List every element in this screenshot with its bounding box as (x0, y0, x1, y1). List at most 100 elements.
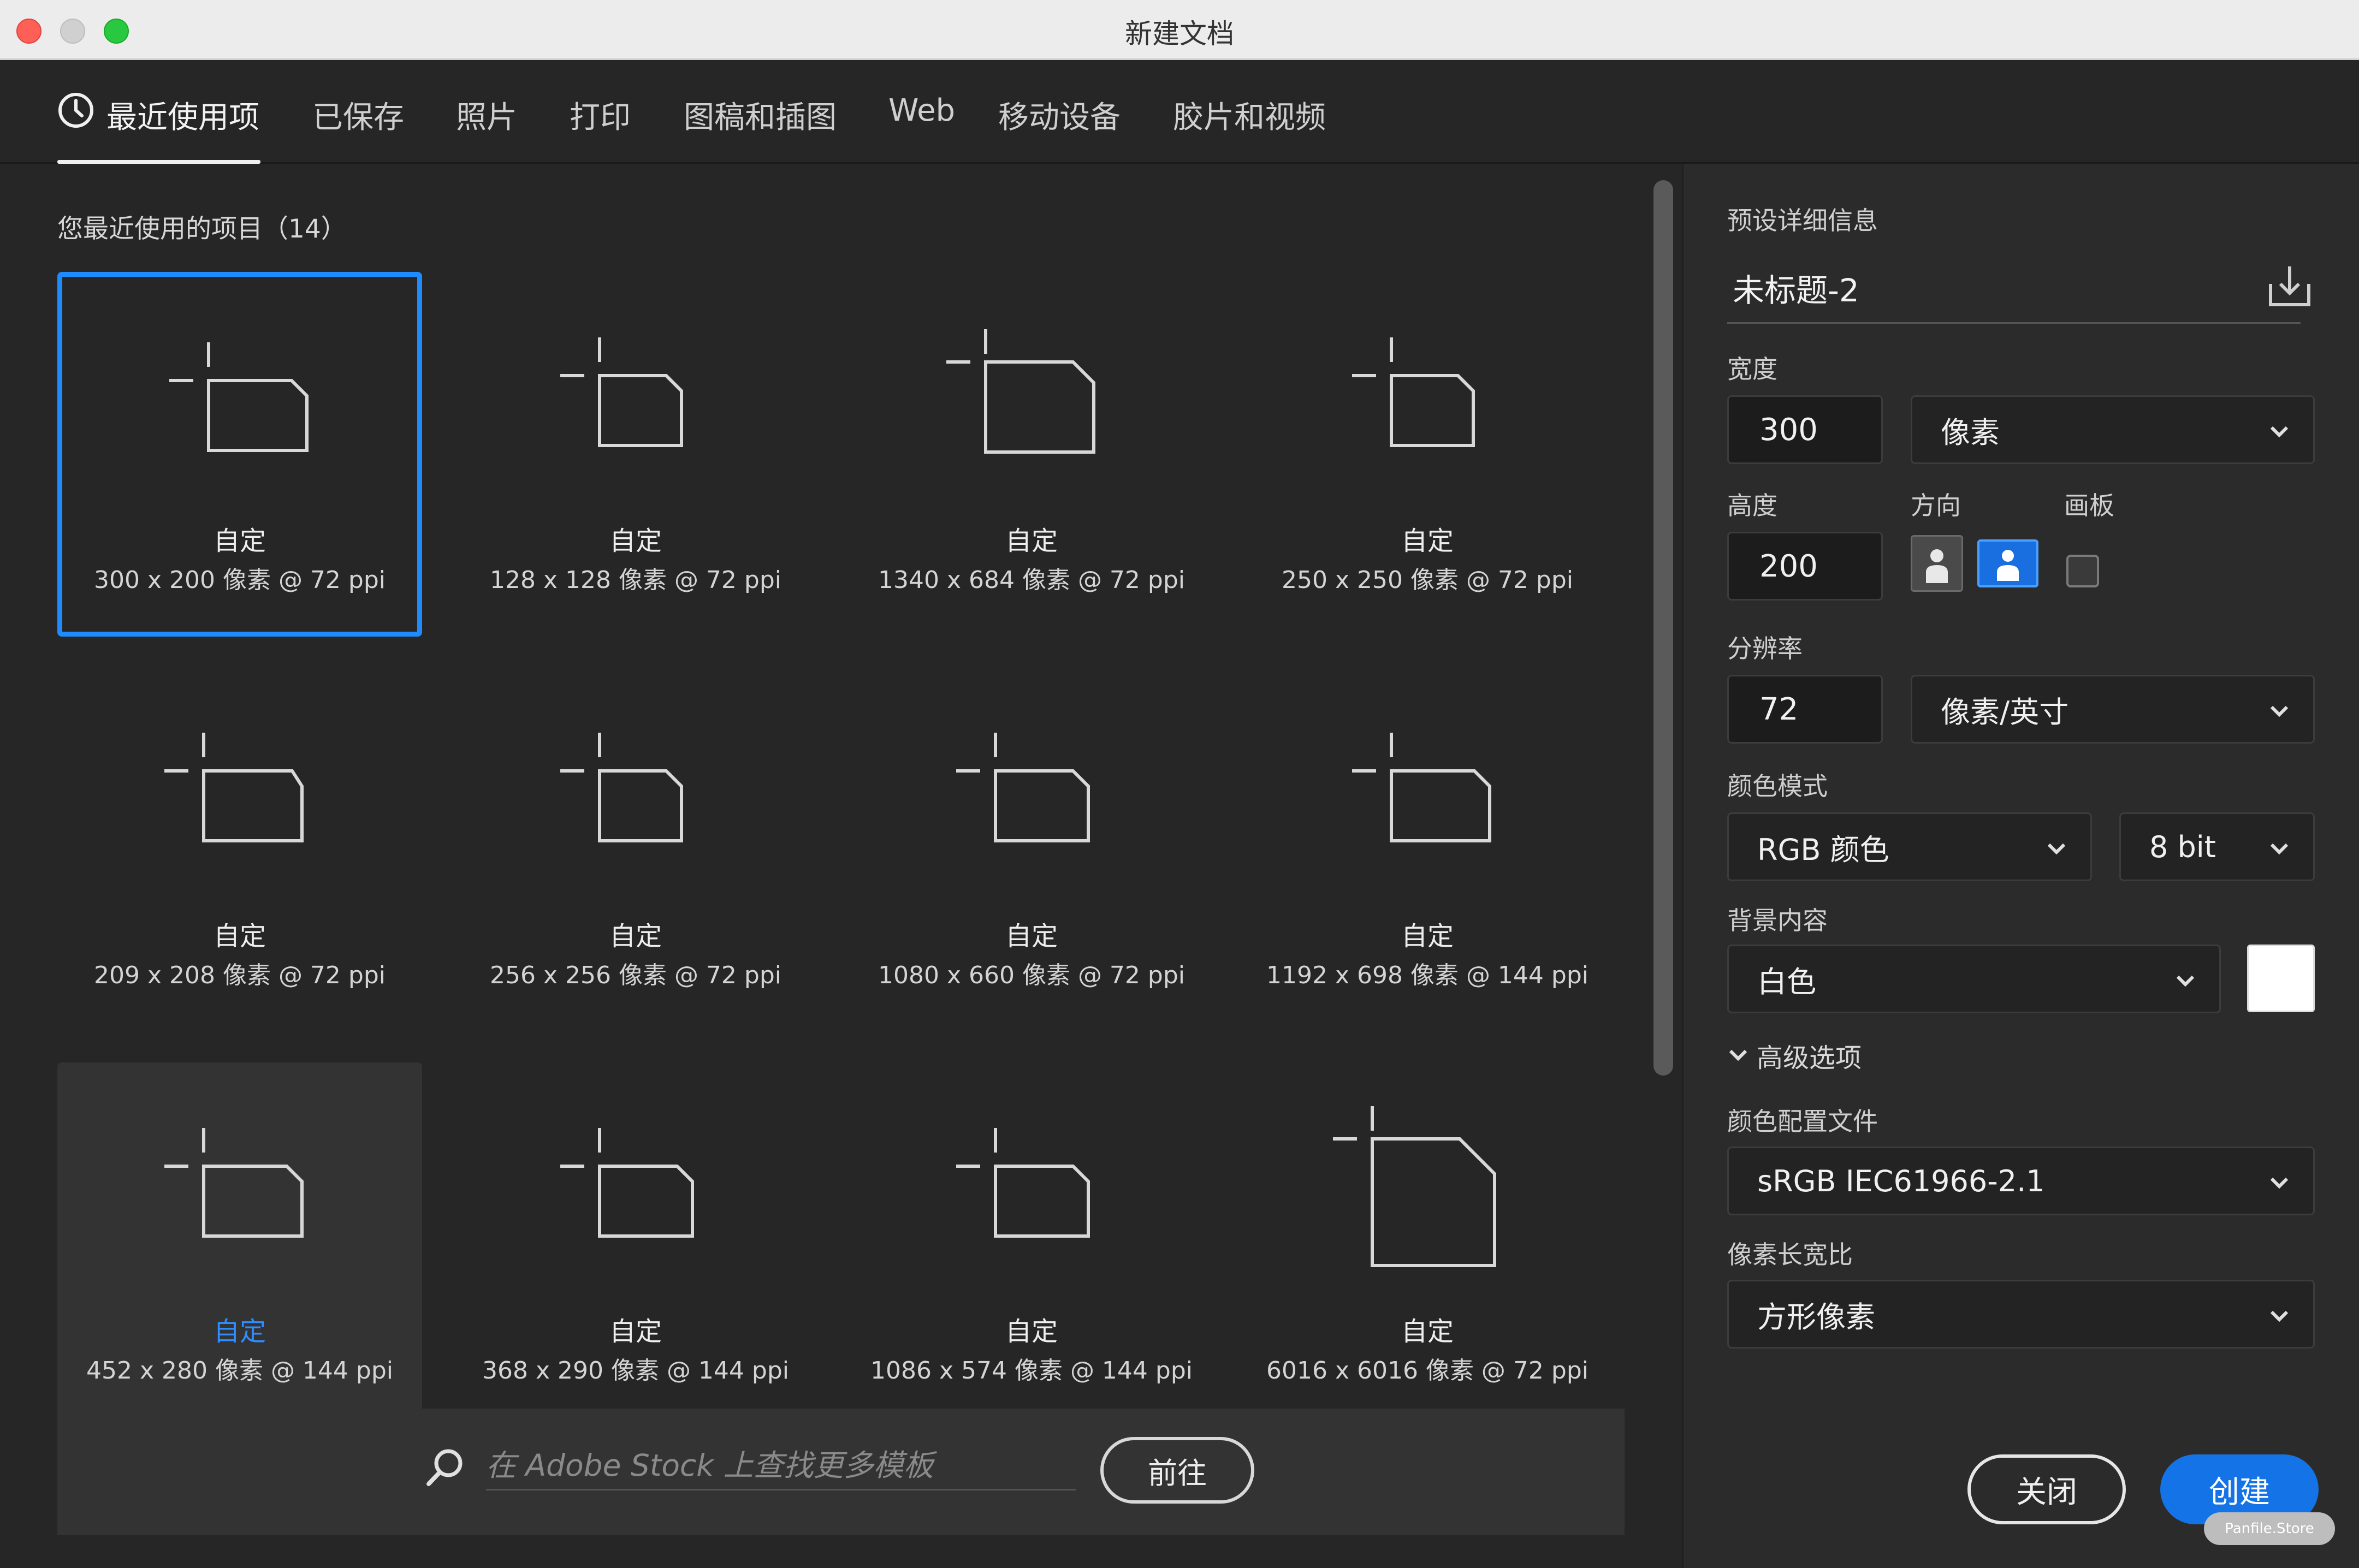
recent-section-title: 您最近使用的项目（14） (57, 214, 347, 244)
pixel-aspect-label: 像素长宽比 (1727, 1240, 1853, 1269)
preset-name: 自定 (1005, 526, 1058, 556)
preset-name: 自定 (1401, 526, 1454, 556)
preset-meta: 1340 x 684 像素 @ 72 ppi (878, 566, 1185, 594)
preset-meta: 1086 x 574 像素 @ 144 ppi (870, 1357, 1193, 1385)
preset-card[interactable]: 自定 250 x 250 像素 @ 72 ppi (1245, 272, 1610, 637)
advanced-options-label: 高级选项 (1757, 1043, 1862, 1073)
chevron-down-icon (2270, 426, 2289, 438)
preset-card[interactable]: 自定 1192 x 698 像素 @ 144 ppi (1245, 667, 1610, 1032)
save-preset-icon[interactable] (2265, 262, 2314, 313)
background-label: 背景内容 (1727, 906, 1828, 935)
width-unit-value: 像素 (1941, 415, 2000, 450)
color-mode-label: 颜色模式 (1727, 771, 1828, 801)
preset-name: 自定 (609, 921, 662, 952)
color-profile-label: 颜色配置文件 (1727, 1107, 1878, 1136)
preset-card[interactable]: 自定 128 x 128 像素 @ 72 ppi (453, 272, 818, 637)
title-bar: 新建文档 (0, 0, 2359, 60)
preset-name: 自定 (609, 1316, 662, 1347)
orientation-label: 方向 (1911, 491, 1961, 520)
portrait-person-icon (1926, 549, 1948, 583)
landscape-orientation-button[interactable] (1977, 539, 2038, 587)
resolution-label: 分辨率 (1727, 634, 1803, 663)
pixel-aspect-select[interactable]: 方形像素 (1727, 1280, 2315, 1349)
width-label: 宽度 (1727, 354, 1777, 384)
preset-details-panel: 预设详细信息 未标题-2 宽度 300 像素 高度 方向 画板 200 分辨率 … (1682, 164, 2359, 1568)
tab-recent[interactable]: 最近使用项 (106, 93, 259, 137)
tab-art-illustration[interactable]: 图稿和插图 (684, 93, 837, 137)
preset-name: 自定 (609, 526, 662, 556)
preset-card[interactable]: 自定 209 x 208 像素 @ 72 ppi (57, 667, 422, 1032)
width-unit-select[interactable]: 像素 (1911, 395, 2315, 464)
preset-name: 自定 (213, 1316, 266, 1347)
portrait-orientation-button[interactable] (1911, 535, 1963, 592)
recent-scrollbar[interactable] (1653, 180, 1673, 1076)
chevron-down-icon (2270, 1177, 2289, 1189)
preset-meta: 128 x 128 像素 @ 72 ppi (490, 566, 781, 594)
background-select[interactable]: 白色 (1727, 945, 2221, 1013)
bit-depth-value: 8 bit (2149, 829, 2216, 864)
preset-meta: 1192 x 698 像素 @ 144 ppi (1266, 961, 1589, 989)
preset-name: 自定 (1401, 921, 1454, 952)
stock-search-input[interactable] (486, 1441, 1076, 1490)
preset-card[interactable]: 自定 368 x 290 像素 @ 144 ppi (453, 1062, 818, 1427)
tab-photo[interactable]: 照片 (456, 93, 517, 137)
preset-meta: 452 x 280 像素 @ 144 ppi (86, 1357, 393, 1385)
width-input[interactable]: 300 (1727, 395, 1883, 464)
chevron-down-icon (2270, 705, 2289, 717)
preset-meta: 6016 x 6016 像素 @ 72 ppi (1266, 1357, 1589, 1385)
chevron-down-icon (2270, 843, 2289, 855)
tab-print[interactable]: 打印 (570, 93, 631, 137)
preset-card[interactable]: 自定 1340 x 684 像素 @ 72 ppi (849, 272, 1214, 637)
preset-meta: 300 x 200 像素 @ 72 ppi (94, 566, 386, 594)
preset-name: 自定 (213, 921, 266, 952)
background-color-swatch[interactable] (2247, 945, 2315, 1012)
resolution-unit-select[interactable]: 像素/英寸 (1911, 675, 2315, 744)
preset-meta: 209 x 208 像素 @ 72 ppi (94, 961, 386, 989)
tab-mobile[interactable]: 移动设备 (998, 93, 1121, 137)
document-name-field[interactable]: 未标题-2 (1733, 265, 1859, 311)
stock-search-bar: 前往 (57, 1409, 1625, 1535)
preset-name: 自定 (1401, 1316, 1454, 1347)
watermark: Panfile.Store (2204, 1512, 2335, 1545)
preset-card[interactable]: 自定 1086 x 574 像素 @ 144 ppi (849, 1062, 1214, 1427)
color-profile-select[interactable]: sRGB IEC61966-2.1 (1727, 1147, 2315, 1215)
height-input[interactable]: 200 (1727, 532, 1883, 601)
preset-card[interactable]: 自定 300 x 200 像素 @ 72 ppi (57, 272, 422, 637)
document-name-underline (1727, 322, 2301, 324)
tab-film-video[interactable]: 胶片和视频 (1173, 93, 1326, 137)
pixel-aspect-value: 方形像素 (1757, 1299, 1875, 1334)
tab-web[interactable]: Web (888, 93, 955, 128)
resolution-input[interactable]: 72 (1727, 675, 1883, 744)
preset-name: 自定 (1005, 1316, 1058, 1347)
preset-meta: 256 x 256 像素 @ 72 ppi (490, 961, 781, 989)
resolution-unit-value: 像素/英寸 (1941, 694, 2069, 729)
preset-name: 自定 (1005, 921, 1058, 952)
close-button[interactable]: 关闭 (1967, 1454, 2126, 1524)
preset-card[interactable]: 自定 1080 x 660 像素 @ 72 ppi (849, 667, 1214, 1032)
background-value: 白色 (1757, 964, 1816, 999)
active-tab-indicator (57, 160, 260, 164)
chevron-down-icon (2176, 975, 2195, 987)
preset-card[interactable]: 自定 6016 x 6016 像素 @ 72 ppi (1245, 1062, 1610, 1427)
recent-items-panel: 您最近使用的项目（14） 自定 300 x 200 像素 @ 72 ppi 自定… (0, 164, 1682, 1568)
chevron-down-icon (2270, 1310, 2289, 1322)
landscape-person-icon (1997, 550, 2019, 581)
preset-meta: 368 x 290 像素 @ 144 ppi (482, 1357, 789, 1385)
preset-details-title: 预设详细信息 (1727, 206, 1878, 235)
window-title: 新建文档 (1125, 18, 1234, 50)
preset-meta: 1080 x 660 像素 @ 72 ppi (878, 961, 1185, 989)
go-button[interactable]: 前往 (1100, 1437, 1254, 1504)
preset-meta: 250 x 250 像素 @ 72 ppi (1282, 566, 1573, 594)
preset-card[interactable]: 自定 256 x 256 像素 @ 72 ppi (453, 667, 818, 1032)
preset-tabs: 最近使用项 已保存 照片 打印 图稿和插图 Web 移动设备 胶片和视频 (0, 60, 2359, 164)
clock-icon (57, 92, 94, 131)
chevron-down-icon (2047, 843, 2066, 855)
advanced-options-toggle[interactable]: 高级选项 (1727, 1036, 1862, 1074)
tab-saved[interactable]: 已保存 (312, 93, 404, 137)
artboard-checkbox[interactable] (2066, 555, 2099, 587)
bit-depth-select[interactable]: 8 bit (2119, 812, 2315, 881)
height-label: 高度 (1727, 491, 1777, 520)
color-mode-select[interactable]: RGB 颜色 (1727, 812, 2092, 881)
search-icon (423, 1446, 467, 1492)
preset-card[interactable]: 自定 452 x 280 像素 @ 144 ppi (57, 1062, 422, 1427)
